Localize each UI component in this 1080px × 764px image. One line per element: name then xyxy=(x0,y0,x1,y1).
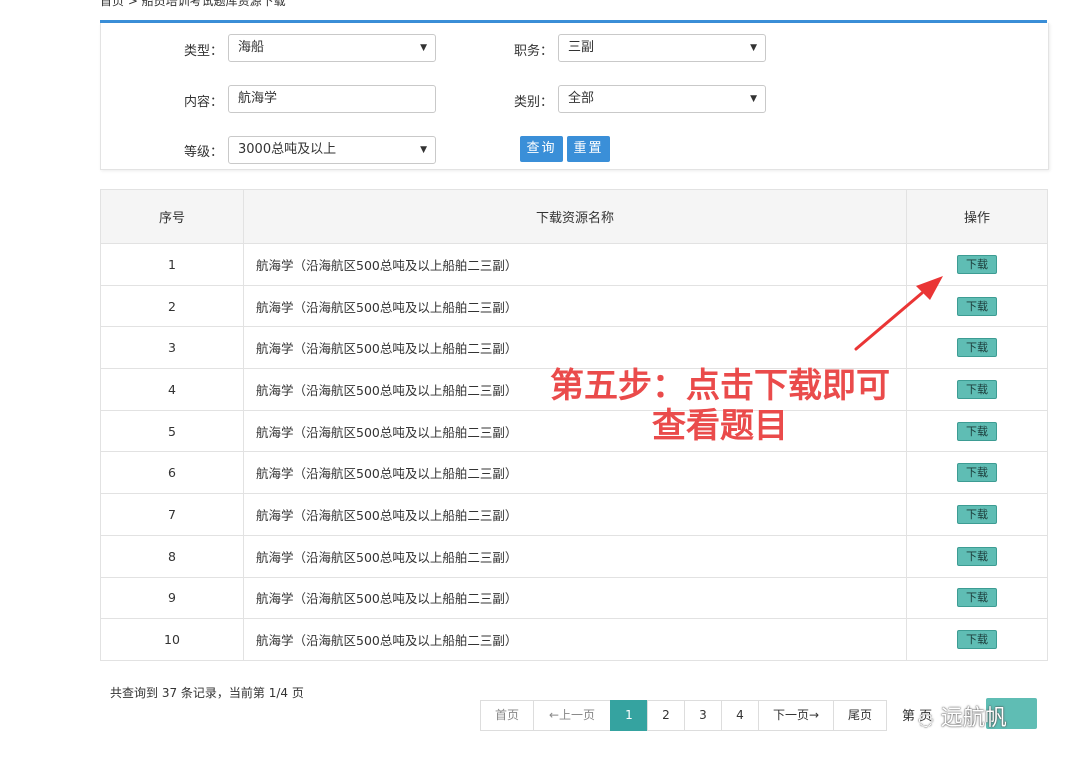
prev-page-button[interactable]: ←上一页 xyxy=(533,700,611,731)
last-page-button[interactable]: 尾页 xyxy=(833,700,887,731)
red-arrow-icon xyxy=(854,276,943,351)
record-summary: 共查询到 37 条记录，当前第 1/4 页 xyxy=(110,686,304,700)
next-page-button[interactable]: 下一页→ xyxy=(758,700,834,731)
first-page-button[interactable]: 首页 xyxy=(480,700,534,731)
watermark: ◌ 远航帆 xyxy=(918,700,1007,732)
page-3-button[interactable]: 3 xyxy=(684,700,722,731)
watermark-text: 远航帆 xyxy=(940,706,1007,731)
page-2-button[interactable]: 2 xyxy=(647,700,685,731)
wechat-bubble-icon: ◌ xyxy=(918,709,934,730)
pagination: 首页 ←上一页 1 2 3 4 下一页→ 尾页 xyxy=(480,700,887,731)
page-4-button[interactable]: 4 xyxy=(721,700,759,731)
page-1-button[interactable]: 1 xyxy=(610,700,648,731)
